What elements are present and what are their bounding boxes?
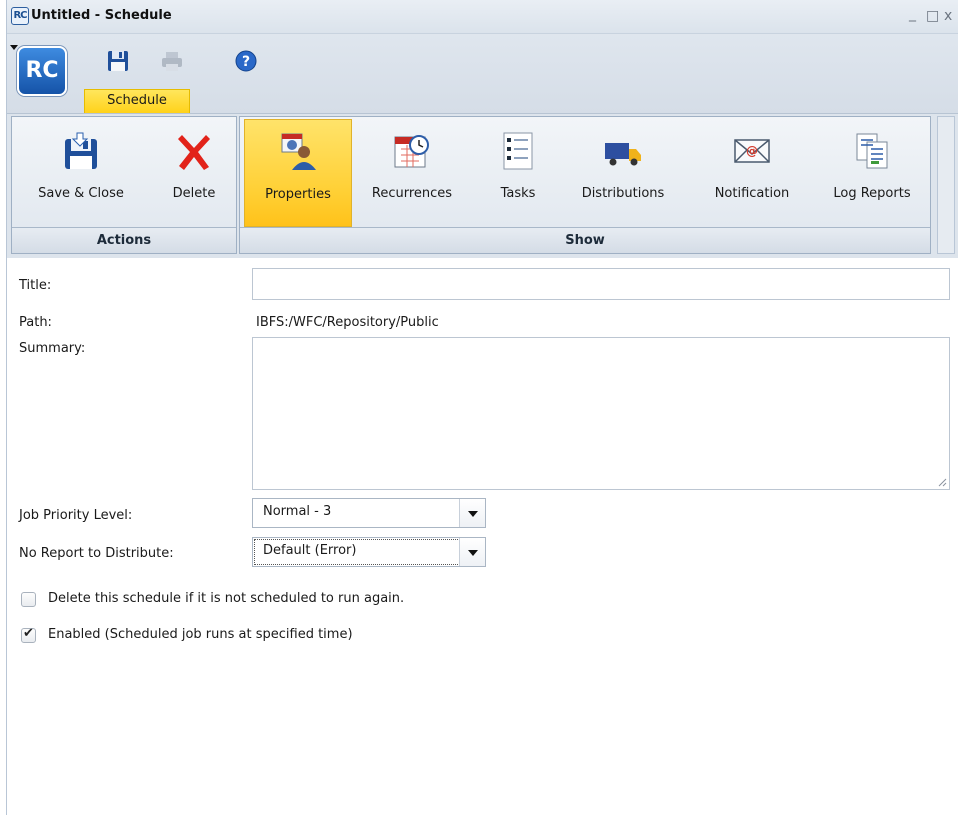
delete-x-icon bbox=[178, 135, 210, 170]
chevron-down-icon[interactable] bbox=[459, 538, 485, 566]
actions-group: Save & Close Delete Actions bbox=[11, 116, 237, 254]
show-group-label: Show bbox=[240, 227, 930, 253]
svg-text:@: @ bbox=[746, 144, 758, 158]
calendar-clock-icon bbox=[394, 135, 429, 168]
properties-label: Properties bbox=[265, 187, 331, 202]
job-priority-value: Normal - 3 bbox=[263, 504, 332, 519]
help-icon[interactable]: ? bbox=[233, 48, 259, 74]
svg-text:?: ? bbox=[242, 54, 250, 70]
recurrences-button[interactable]: Recurrences bbox=[358, 119, 466, 227]
notification-label: Notification bbox=[714, 186, 790, 201]
printer-icon[interactable] bbox=[159, 48, 185, 74]
properties-button[interactable]: Properties bbox=[244, 119, 352, 227]
path-value: IBFS:/WFC/Repository/Public bbox=[256, 315, 439, 330]
save-close-icon bbox=[65, 132, 97, 169]
schedule-window: RC Untitled - Schedule _ □ x RC ? Schedu… bbox=[6, 0, 958, 815]
log-report-icon bbox=[856, 133, 888, 169]
save-close-button[interactable]: Save & Close bbox=[18, 119, 144, 227]
maximize-button[interactable]: □ bbox=[926, 8, 939, 24]
app-badge-icon: RC bbox=[11, 7, 29, 25]
tab-schedule[interactable]: Schedule bbox=[84, 89, 190, 113]
email-icon: @ bbox=[734, 139, 770, 163]
properties-icon bbox=[281, 133, 316, 170]
truck-icon bbox=[605, 143, 641, 166]
no-report-value: Default (Error) bbox=[263, 543, 357, 558]
path-label: Path: bbox=[19, 315, 52, 330]
task-list-icon bbox=[503, 132, 533, 170]
summary-textarea[interactable] bbox=[252, 337, 950, 490]
floppy-disk-icon[interactable] bbox=[105, 48, 131, 74]
job-priority-select[interactable]: Normal - 3 bbox=[252, 498, 486, 528]
chevron-down-icon[interactable] bbox=[459, 499, 485, 527]
notification-button[interactable]: @ Notification bbox=[692, 119, 812, 227]
minimize-button[interactable]: _ bbox=[909, 6, 916, 22]
checkmark-icon: ✔ bbox=[23, 626, 34, 641]
distributions-button[interactable]: Distributions bbox=[562, 119, 684, 227]
distributions-label: Distributions bbox=[581, 186, 665, 201]
log-reports-button[interactable]: Log Reports bbox=[820, 119, 924, 227]
log-reports-label: Log Reports bbox=[833, 186, 911, 201]
title-bar: RC Untitled - Schedule _ □ x bbox=[7, 0, 958, 34]
rc-logo-button[interactable]: RC bbox=[17, 46, 67, 96]
ribbon-scroll-strip[interactable] bbox=[937, 116, 955, 254]
tasks-label: Tasks bbox=[500, 186, 536, 201]
title-label: Title: bbox=[19, 278, 52, 293]
delete-if-not-scheduled-label: Delete this schedule if it is not schedu… bbox=[48, 591, 405, 606]
window-title: Untitled - Schedule bbox=[31, 8, 172, 23]
actions-group-label: Actions bbox=[12, 227, 236, 253]
ribbon: Save & Close Delete Actions Properties R… bbox=[7, 114, 958, 258]
job-priority-label: Job Priority Level: bbox=[19, 508, 133, 523]
delete-label: Delete bbox=[172, 186, 216, 201]
resize-grip-icon[interactable] bbox=[937, 477, 947, 487]
close-button[interactable]: x bbox=[944, 8, 952, 24]
quick-access-toolbar: RC ? Schedule bbox=[7, 34, 958, 114]
recurrences-label: Recurrences bbox=[371, 186, 453, 201]
enabled-checkbox[interactable]: ✔ bbox=[21, 626, 36, 643]
delete-button[interactable]: Delete bbox=[158, 119, 230, 227]
summary-label: Summary: bbox=[19, 341, 86, 356]
save-close-label: Save & Close bbox=[38, 186, 124, 201]
delete-if-not-scheduled-checkbox[interactable] bbox=[21, 592, 36, 607]
tasks-button[interactable]: Tasks bbox=[480, 119, 556, 227]
show-group: Properties Recurrences Tasks Distributio… bbox=[239, 116, 931, 254]
enabled-label: Enabled (Scheduled job runs at specified… bbox=[48, 627, 353, 642]
no-report-label: No Report to Distribute: bbox=[19, 546, 174, 561]
title-input[interactable] bbox=[252, 268, 950, 300]
no-report-select[interactable]: Default (Error) bbox=[252, 537, 486, 567]
